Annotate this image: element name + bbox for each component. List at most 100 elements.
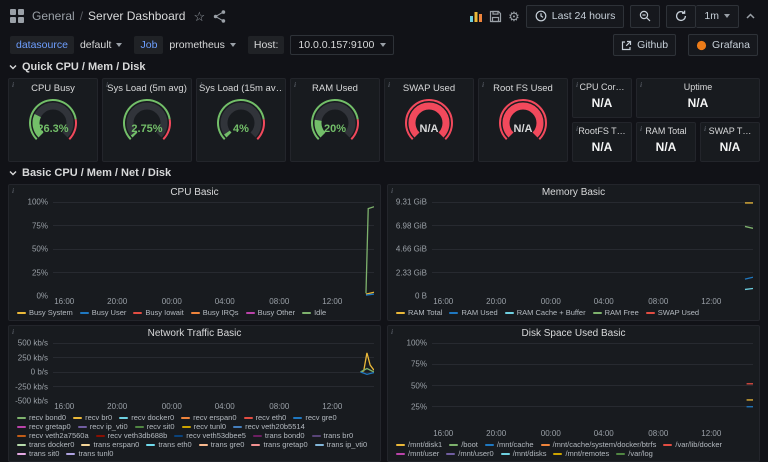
legend-item[interactable]: /mnt/user0 — [446, 449, 493, 458]
zoom-out-button[interactable] — [630, 5, 660, 28]
legend-item[interactable]: SWAP Used — [646, 308, 699, 317]
time-range-button[interactable]: Last 24 hours — [526, 5, 625, 28]
gauge-panel[interactable]: iRoot FS UsedN/A — [478, 78, 568, 162]
chart-title[interactable]: Memory Basic — [388, 185, 759, 200]
breadcrumb-folder[interactable]: General — [32, 9, 75, 23]
panel-info-icon[interactable]: i — [482, 80, 484, 89]
panel-info-icon[interactable]: i — [200, 80, 202, 89]
legend-item[interactable]: RAM Cache + Buffer — [505, 308, 586, 317]
var-host-select[interactable]: 10.0.0.157:9100 — [290, 35, 394, 55]
legend-item[interactable]: trans gre0 — [199, 440, 245, 449]
github-link-button[interactable]: Github — [613, 34, 676, 56]
panel-info-icon[interactable]: i — [576, 80, 578, 89]
legend-item[interactable]: recv br0 — [73, 413, 112, 422]
share-icon[interactable] — [213, 10, 226, 23]
legend-item[interactable]: RAM Used — [449, 308, 497, 317]
legend-item[interactable]: trans tunl0 — [66, 449, 113, 458]
legend-item[interactable]: recv tunl0 — [182, 422, 227, 431]
save-dashboard-icon[interactable] — [489, 10, 502, 23]
legend-item[interactable]: trans ip_vti0 — [315, 440, 367, 449]
legend-item[interactable]: recv veth3db688b — [96, 431, 168, 440]
section-quick-cpu-mem-disk[interactable]: Quick CPU / Mem / Disk — [0, 58, 768, 76]
legend-item[interactable]: trans eth0 — [146, 440, 191, 449]
stat-panel[interactable]: iSWAP T…N/A — [700, 122, 760, 162]
var-job-select[interactable]: prometheus — [169, 39, 235, 51]
panel-info-icon[interactable]: i — [106, 80, 108, 89]
legend-item[interactable]: Busy Iowait — [133, 308, 183, 317]
legend-item[interactable]: recv gre0 — [293, 413, 336, 422]
legend-item[interactable]: recv gretap0 — [17, 422, 71, 431]
panel-info-icon[interactable]: i — [294, 80, 296, 89]
panel-info-icon[interactable]: i — [640, 80, 642, 89]
legend-item[interactable]: /boot — [449, 440, 478, 449]
panel-info-icon[interactable]: i — [12, 80, 14, 89]
legend-item[interactable]: /mnt/cache — [485, 440, 534, 449]
breadcrumb: General / Server Dashboard — [32, 9, 185, 23]
chevron-up-icon[interactable] — [745, 11, 756, 22]
legend-item[interactable]: recv docker0 — [119, 413, 174, 422]
legend-item[interactable]: recv sit0 — [135, 422, 175, 431]
legend-item[interactable]: recv veth53dbee5 — [174, 431, 246, 440]
panel-info-icon[interactable]: i — [391, 186, 393, 195]
legend-item[interactable]: recv erspan0 — [181, 413, 236, 422]
legend-item[interactable]: Busy System — [17, 308, 73, 317]
legend-item[interactable]: trans sit0 — [17, 449, 59, 458]
star-icon[interactable]: ☆ — [193, 10, 205, 23]
settings-gear-icon[interactable]: ⚙ — [508, 10, 520, 23]
breadcrumb-dashboard[interactable]: Server Dashboard — [88, 9, 185, 23]
legend-item[interactable]: RAM Free — [593, 308, 639, 317]
legend-item[interactable]: recv veth20b5514 — [233, 422, 305, 431]
legend-item[interactable]: Idle — [302, 308, 326, 317]
analytics-icon[interactable] — [469, 9, 483, 23]
var-datasource-select[interactable]: default — [80, 39, 123, 51]
plot-area[interactable] — [53, 202, 374, 296]
panel-info-icon[interactable]: i — [704, 124, 706, 133]
plot-area[interactable] — [53, 343, 374, 401]
legend-item[interactable]: /var/log — [616, 449, 653, 458]
chart-title[interactable]: Disk Space Used Basic — [388, 326, 759, 341]
legend-item[interactable]: recv ip_vti0 — [78, 422, 128, 431]
section-basic-cpu-mem-net-disk[interactable]: Basic CPU / Mem / Net / Disk — [0, 164, 768, 182]
plot-area[interactable] — [432, 202, 753, 296]
legend-item[interactable]: recv eth0 — [244, 413, 287, 422]
panel-info-icon[interactable]: i — [388, 80, 390, 89]
gauge-panel[interactable]: iSys Load (5m avg)2.75% — [102, 78, 192, 162]
legend-item[interactable]: /var/lib/docker — [663, 440, 722, 449]
grafana-link-button[interactable]: Grafana — [688, 34, 758, 56]
gauge-panel[interactable]: iSWAP UsedN/A — [384, 78, 474, 162]
panel-info-icon[interactable]: i — [12, 186, 14, 195]
stat-panel[interactable]: iRootFS T…N/A — [572, 122, 632, 162]
panel-info-icon[interactable]: i — [12, 327, 14, 336]
legend-item[interactable]: trans gretap0 — [251, 440, 307, 449]
legend-item[interactable]: recv bond0 — [17, 413, 66, 422]
gauge-panel[interactable]: iCPU Busy26.3% — [8, 78, 98, 162]
stat-panel[interactable]: iUptimeN/A — [636, 78, 760, 118]
stat-panel[interactable]: iRAM TotalN/A — [636, 122, 696, 162]
refresh-button[interactable] — [666, 5, 696, 28]
chart-title[interactable]: CPU Basic — [9, 185, 380, 200]
legend-item[interactable]: /mnt/disk1 — [396, 440, 442, 449]
legend-item[interactable]: /mnt/disks — [501, 449, 547, 458]
legend-item[interactable]: /mnt/remotes — [553, 449, 609, 458]
legend-item[interactable]: RAM Total — [396, 308, 442, 317]
plot-area[interactable] — [432, 343, 753, 428]
chart-title[interactable]: Network Traffic Basic — [9, 326, 380, 341]
panel-info-icon[interactable]: i — [391, 327, 393, 336]
legend-item[interactable]: Busy User — [80, 308, 127, 317]
legend-item[interactable]: /mnt/user — [396, 449, 439, 458]
legend-item[interactable]: Busy IRQs — [191, 308, 239, 317]
legend-item[interactable]: trans br0 — [312, 431, 354, 440]
legend-item[interactable]: trans erspan0 — [81, 440, 139, 449]
legend-item[interactable]: /mnt/cache/system/docker/btrfs — [541, 440, 657, 449]
legend-item[interactable]: trans docker0 — [17, 440, 74, 449]
legend-item[interactable]: recv veth2a7560a — [17, 431, 89, 440]
panel-info-icon[interactable]: i — [640, 124, 642, 133]
panel-info-icon[interactable]: i — [576, 124, 578, 133]
refresh-interval-button[interactable]: 1m — [696, 5, 739, 28]
gauge-panel[interactable]: iRAM Used20% — [290, 78, 380, 162]
gauge-panel[interactable]: iSys Load (15m av…4% — [196, 78, 286, 162]
legend-item[interactable]: Busy Other — [246, 308, 296, 317]
apps-grid-icon[interactable] — [10, 9, 24, 23]
legend-item[interactable]: trans bond0 — [253, 431, 305, 440]
stat-panel[interactable]: iCPU Cor…N/A — [572, 78, 632, 118]
